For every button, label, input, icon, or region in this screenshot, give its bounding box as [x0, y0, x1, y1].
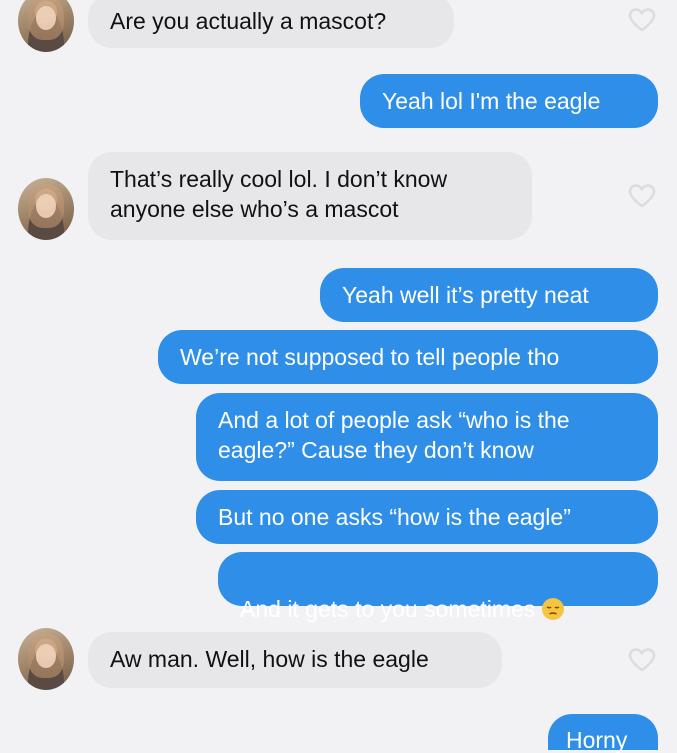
- avatar[interactable]: [18, 628, 74, 690]
- like-heart-icon[interactable]: [628, 8, 656, 32]
- pensive-face-emoji-icon: [541, 597, 565, 621]
- like-heart-icon[interactable]: [628, 648, 656, 672]
- outgoing-message: Yeah lol I'm the eagle: [360, 74, 658, 128]
- outgoing-message: And it gets to you sometimes: [218, 552, 658, 622]
- incoming-message: That’s really cool lol. I don’t know any…: [88, 152, 532, 240]
- incoming-message: Aw man. Well, how is the eagle: [88, 632, 502, 688]
- message-text: And it gets to you sometimes: [240, 596, 536, 622]
- avatar[interactable]: [18, 0, 74, 52]
- incoming-message: Are you actually a mascot?: [88, 0, 454, 48]
- outgoing-message: And a lot of people ask “who is the eagl…: [196, 393, 658, 481]
- outgoing-message: We’re not supposed to tell people tho: [158, 330, 658, 384]
- outgoing-message: Yeah well it’s pretty neat: [320, 268, 658, 322]
- outgoing-message: But no one asks “how is the eagle”: [196, 490, 658, 544]
- like-heart-icon[interactable]: [628, 184, 656, 208]
- outgoing-message: Horny: [548, 714, 658, 752]
- avatar[interactable]: [18, 178, 74, 240]
